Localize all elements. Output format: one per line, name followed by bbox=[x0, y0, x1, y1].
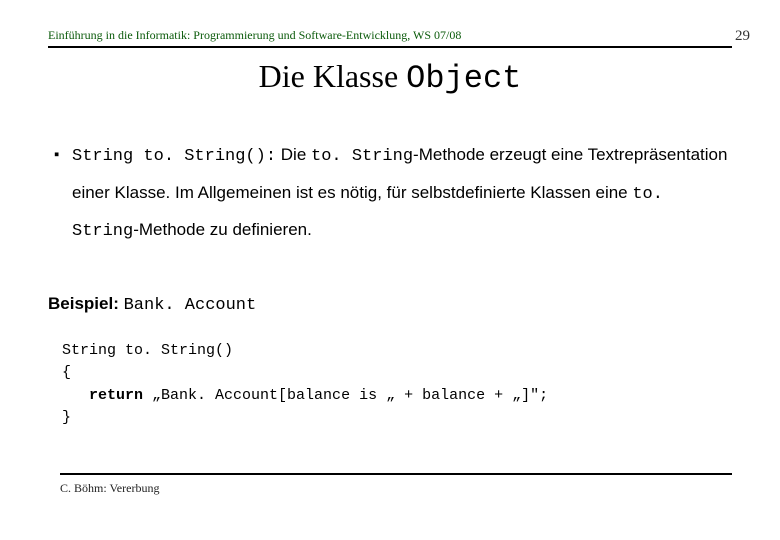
method-name: to. String bbox=[311, 147, 413, 166]
code-block: String to. String() { return „Bank. Acco… bbox=[62, 340, 732, 430]
title-code: Object bbox=[406, 60, 521, 97]
keyword-return: return bbox=[89, 387, 143, 404]
text-fragment: -Methode zu definieren. bbox=[133, 220, 312, 239]
example-label-text: Beispiel: bbox=[48, 294, 119, 313]
footer: C. Böhm: Vererbung bbox=[60, 473, 732, 496]
bullet-item: ▪ String to. String(): Die to. String -Me… bbox=[54, 137, 732, 250]
method-signature: String to. String(): bbox=[72, 147, 276, 166]
title-text: Die Klasse bbox=[259, 58, 407, 94]
bullet-text: String to. String(): Die to. String -Meth… bbox=[72, 137, 732, 250]
code-line: „Bank. Account[balance is „ + balance + … bbox=[143, 387, 548, 404]
bullet-icon: ▪ bbox=[54, 137, 72, 250]
text-fragment: Die bbox=[276, 145, 311, 164]
content-body: ▪ String to. String(): Die to. String -Me… bbox=[48, 137, 732, 430]
footer-text: C. Böhm: Vererbung bbox=[60, 481, 732, 496]
example-classname: Bank. Account bbox=[124, 296, 257, 315]
page-number: 29 bbox=[735, 28, 750, 45]
header-course: Einführung in die Informatik: Programmie… bbox=[48, 28, 732, 48]
code-line: String to. String() bbox=[62, 342, 233, 359]
slide-page: Einführung in die Informatik: Programmie… bbox=[0, 0, 780, 440]
footer-rule bbox=[60, 473, 732, 475]
code-line: } bbox=[62, 409, 71, 426]
code-line: { bbox=[62, 364, 71, 381]
example-heading: Beispiel: Bank. Account bbox=[48, 286, 732, 324]
slide-title: Die Klasse Object bbox=[48, 58, 732, 97]
